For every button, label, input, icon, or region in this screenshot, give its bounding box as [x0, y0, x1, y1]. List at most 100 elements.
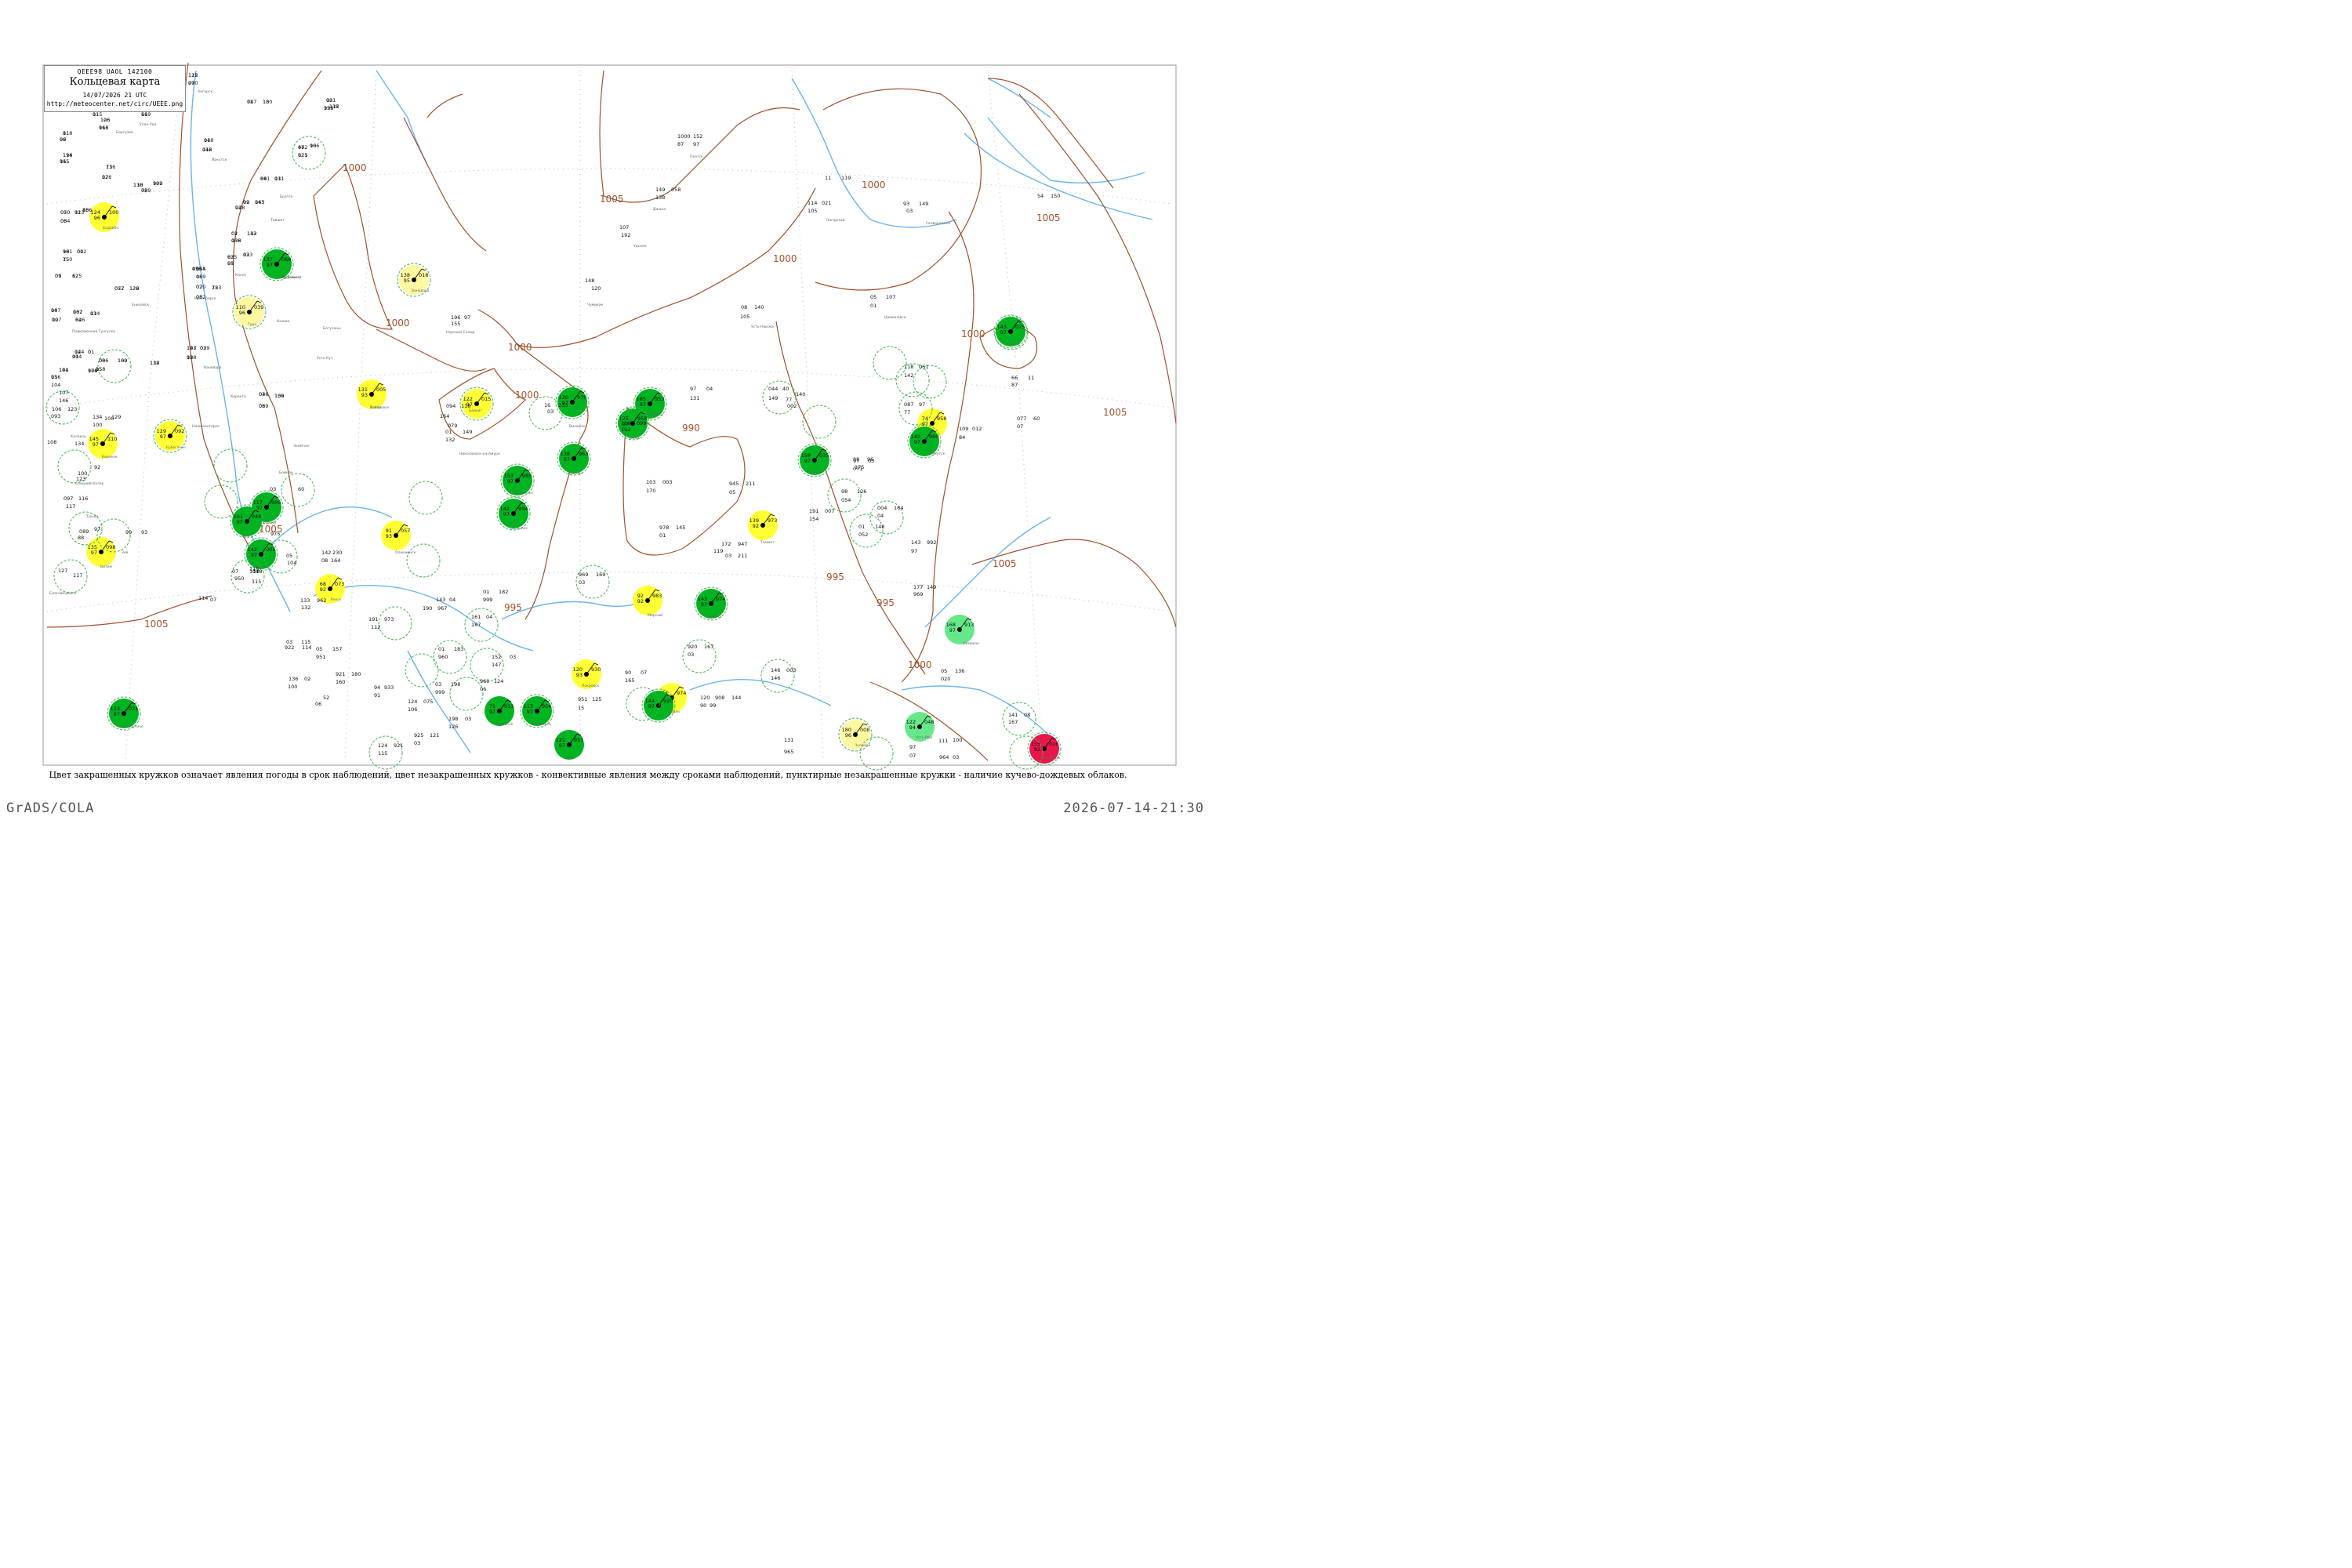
station-reading: 106 — [621, 420, 630, 426]
station-reading: 00 — [72, 354, 78, 360]
station-reading: 149 — [463, 429, 472, 435]
place-name: Калакан — [71, 434, 86, 439]
station-reading: 08 — [1024, 712, 1030, 718]
station-reading: 03 — [465, 716, 471, 722]
station-reading: 103 — [646, 479, 655, 485]
station-pressure: 018 — [419, 272, 428, 278]
station-pressure: 073 — [335, 581, 344, 587]
station-reading: 118 — [461, 403, 470, 409]
station-reading: 141 — [1008, 712, 1018, 718]
station-reading: 164 — [331, 557, 340, 564]
station-reading: 131 — [690, 395, 699, 401]
station-reading: 84 — [959, 434, 965, 441]
station-pressure: 021 — [129, 706, 138, 712]
station-pressure: 068 — [281, 256, 291, 263]
station-reading: 48 — [298, 144, 304, 151]
station-reading: 945 — [729, 481, 739, 487]
graticule — [46, 70, 1173, 761]
cb-cloud-ring — [849, 514, 884, 548]
station-pressure: 985 — [522, 473, 532, 479]
place-name: Байкит — [469, 408, 482, 413]
station-pressure: 008 — [860, 727, 869, 733]
place-name: Енисейск — [132, 302, 149, 307]
place-name: Оленек — [263, 521, 277, 525]
station-reading: 06 — [315, 701, 321, 707]
station-reading: 105 — [808, 208, 817, 214]
place-name: Киренга — [230, 394, 246, 399]
station-reading: 08 — [741, 304, 747, 310]
station-reading: 04 — [259, 391, 265, 397]
station-reading: 06 — [60, 136, 66, 143]
cb-cloud-ring — [898, 391, 933, 426]
station-pressure: 994 — [518, 506, 528, 512]
station-reading: 54 — [1037, 193, 1044, 199]
station-reading: 86 — [82, 207, 89, 213]
place-name: Сретенск — [495, 722, 514, 727]
station-reading: 03 — [725, 553, 731, 559]
place-name: Канск — [235, 273, 246, 278]
station-reading: 079 — [448, 423, 457, 429]
station-reading: 98 — [187, 354, 193, 361]
station-dewpoint: 92 — [753, 523, 759, 529]
station-reading: 66 — [1011, 375, 1018, 381]
station-reading: 106 — [310, 143, 319, 149]
station-reading: 966 — [99, 125, 108, 131]
station-reading: 45 — [192, 266, 198, 272]
place-name: Улан-Удэ — [140, 122, 157, 127]
cb-cloud-ring — [378, 606, 412, 641]
station-dewpoint: 97 — [93, 441, 99, 448]
station-pressure: 005 — [266, 546, 275, 553]
station-reading: 133 — [300, 597, 310, 604]
station-reading: 140 — [796, 391, 805, 397]
place-name: Свободный — [281, 274, 302, 280]
station-reading: 97 — [911, 548, 917, 554]
station-reading: 194 — [63, 152, 72, 158]
map-frame — [42, 64, 1177, 766]
station-reading: 124 — [408, 699, 417, 705]
station-reading: 72 — [212, 285, 218, 291]
station-reading: 106 — [274, 393, 284, 399]
station-reading: 09 — [52, 317, 58, 323]
place-name: Ванавара — [204, 365, 222, 370]
station-reading: 40 — [782, 386, 789, 392]
place-name: Бомнак — [279, 470, 293, 475]
cb-cloud-ring — [464, 608, 499, 642]
station-dewpoint: 97 — [949, 627, 956, 633]
station-dewpoint: 92 — [637, 598, 644, 604]
station-reading: 91 — [374, 692, 380, 699]
cb-cloud-ring — [204, 485, 238, 519]
station-reading: 87 — [677, 141, 684, 147]
station-reading: 04 — [706, 386, 713, 392]
station-reading: 92 — [74, 209, 81, 216]
place-name: Чара — [241, 534, 250, 539]
station-reading: 106 — [408, 706, 417, 713]
station-reading: 149 — [927, 584, 936, 590]
station-reading: 077 — [1017, 416, 1026, 422]
station-dewpoint: 97 — [701, 601, 707, 608]
place-name: Покровск — [582, 684, 600, 688]
station-23383: 13193005 — [357, 379, 387, 409]
station-reading: 99 — [125, 529, 132, 535]
station-reading: 119 — [841, 175, 851, 181]
station-reading: 969 — [579, 572, 588, 578]
station-reading: 73 — [106, 164, 112, 170]
station-31004: 9292983 — [633, 586, 662, 615]
station-reading: 070 — [196, 284, 205, 290]
station-reading: 07 — [102, 174, 108, 180]
station-reading: 82 — [227, 254, 234, 260]
station-pressure: 039 — [254, 304, 263, 310]
station-reading: 012 — [972, 426, 982, 432]
station-reading: 03 — [953, 754, 959, 760]
station-pressure: 048 — [924, 719, 934, 725]
station-reading: 046 — [202, 147, 212, 153]
station-reading: 112 — [247, 230, 256, 237]
place-name: Бодайбо — [103, 225, 118, 230]
station-reading: 021 — [822, 200, 831, 206]
station-reading: 98 — [841, 488, 848, 495]
place-name: Алдан — [668, 710, 680, 714]
station-29862: 7197013 — [485, 696, 514, 726]
cb-cloud-ring — [408, 481, 443, 515]
isobar-label: 1000 — [343, 162, 367, 173]
place-name: Подкаменная Тунгуска — [72, 329, 115, 334]
place-name: Чита — [564, 756, 574, 760]
